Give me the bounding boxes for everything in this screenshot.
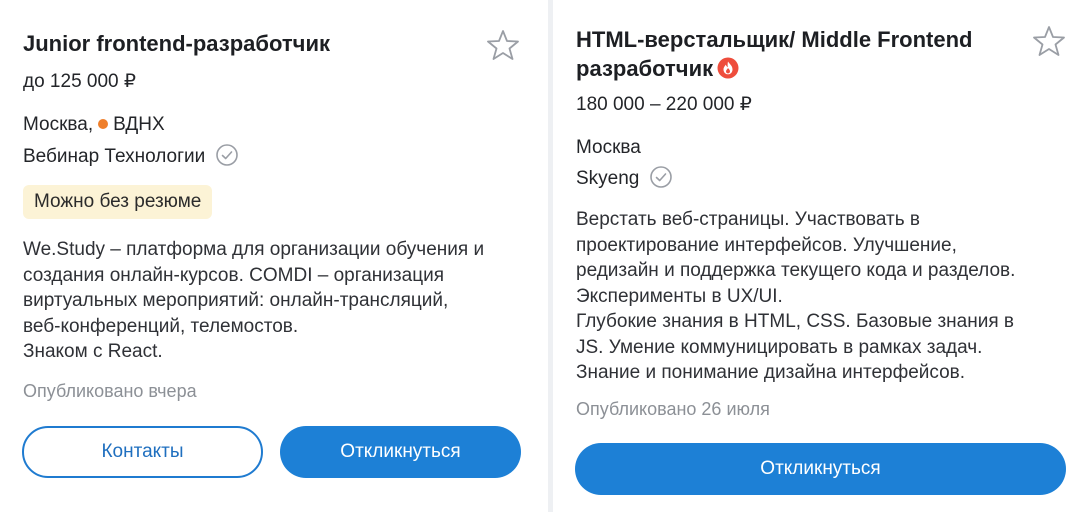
vacancy-company: Вебинар Технологии (23, 144, 239, 169)
description-line: редизайн и поддержка текущего кода и раз… (576, 260, 1016, 281)
vacancy-location: Москва (576, 137, 641, 158)
vacancy-description: We.Study – платформа для организации обу… (23, 237, 484, 365)
vacancy-title[interactable]: Junior frontend-разработчик (23, 29, 330, 58)
company-name[interactable]: Вебинар Технологии (23, 146, 205, 167)
metro-dot-icon (98, 119, 109, 130)
respond-button[interactable]: Откликнуться (280, 426, 521, 478)
vacancy-salary: 180 000 – 220 000 ₽ (576, 94, 752, 115)
title-line: HTML-верстальщик/ Middle Frontend (576, 27, 973, 52)
description-line: JS. Умение коммуницировать в рамках зада… (576, 336, 983, 358)
vacancy-card-junior-frontend[interactable]: Junior frontend-разработчик до 125 000 ₽… (0, 0, 548, 512)
city: Москва, (23, 114, 94, 135)
description-line: We.Study – платформа для организации обу… (23, 239, 485, 260)
description-line: Глубокие знания в HTML, CSS. Базовые зна… (576, 311, 1014, 332)
published-date: Опубликовано вчера (23, 381, 197, 401)
description-line: проектирование интерфейсов. Улучшение, (576, 234, 957, 256)
vacancy-location: Москва, ВДНХ (23, 113, 165, 137)
description-line: Знаком с React. (23, 341, 163, 362)
contacts-button[interactable]: Контакты (22, 426, 263, 478)
vacancy-salary: до 125 000 ₽ (23, 71, 136, 92)
vacancy-description: Верстать веб-страницы. Участвовать в про… (576, 207, 1015, 386)
description-line: веб-конференций, телемостов. (23, 315, 299, 337)
description-line: создания онлайн-курсов. COMDI – организа… (23, 264, 444, 286)
description-line: Верстать веб-страницы. Участвовать в (576, 209, 920, 230)
fire-icon (717, 57, 739, 79)
check-circle-icon (649, 166, 672, 189)
metro-station: ВДНХ (113, 114, 165, 135)
description-line: виртуальных мероприятий: онлайн-трансляц… (23, 290, 449, 311)
published-date: Опубликовано 26 июля (576, 399, 770, 419)
star-icon[interactable] (1032, 24, 1066, 58)
title-line: разработчик (576, 56, 714, 81)
respond-button[interactable]: Откликнуться (575, 443, 1066, 495)
vacancy-company: Skyeng (576, 166, 673, 191)
no-resume-badge: Можно без резюме (23, 185, 213, 219)
company-name[interactable]: Skyeng (576, 168, 639, 189)
check-circle-icon (215, 144, 238, 167)
vacancy-card-html-layout[interactable]: HTML-верстальщик/ Middle Frontend разраб… (553, 0, 1089, 512)
vacancy-title[interactable]: HTML-верстальщик/ Middle Frontend разраб… (576, 25, 972, 83)
description-line: Эксперименты в UX/UI. (576, 285, 783, 307)
star-icon[interactable] (486, 28, 520, 62)
description-line: Знание и понимание дизайна интерфейсов. (576, 362, 966, 383)
